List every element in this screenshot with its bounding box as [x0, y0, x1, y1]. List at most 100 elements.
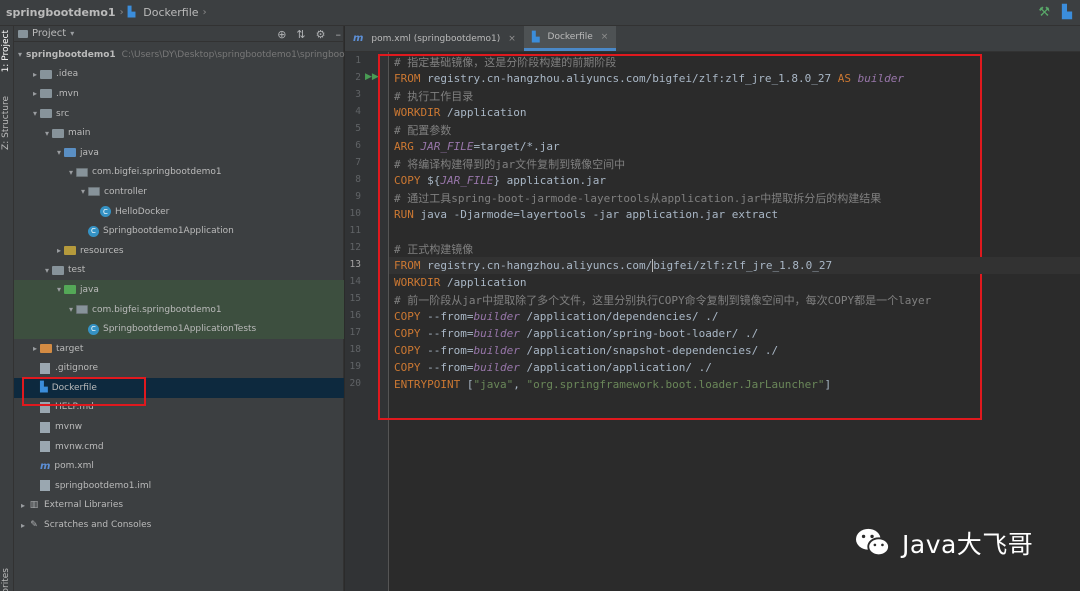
tree-item[interactable]: ▾ java: [14, 280, 344, 300]
code-line[interactable]: [389, 223, 1080, 240]
tree-item[interactable]: ▾ controller: [14, 182, 344, 202]
expand-arrow-icon[interactable]: ▸: [30, 344, 40, 353]
code-line[interactable]: ENTRYPOINT ["java", "org.springframework…: [389, 376, 1080, 393]
code-line[interactable]: # 指定基础镜像，这是分阶段构建的前期阶段: [389, 53, 1080, 70]
tree-item[interactable]: mvnw.cmd: [14, 437, 344, 457]
expand-arrow-icon[interactable]: ▾: [78, 187, 88, 196]
tree-item[interactable]: ▸ ▥ External Libraries: [14, 496, 344, 516]
locate-icon[interactable]: ⊕: [277, 28, 286, 41]
project-path: C:\Users\DY\Desktop\springbootdemo1\spri…: [121, 49, 354, 60]
code-line[interactable]: # 执行工作目录: [389, 87, 1080, 104]
source-folder-icon: [64, 148, 76, 158]
expand-arrow-icon[interactable]: ▾: [54, 285, 64, 294]
expand-arrow-icon[interactable]: ▾: [66, 305, 76, 314]
close-icon[interactable]: ×: [508, 34, 516, 44]
code-line[interactable]: # 配置参数: [389, 121, 1080, 138]
code-line[interactable]: COPY --from=builder /application/spring-…: [389, 325, 1080, 342]
code-line[interactable]: FROM registry.cn-hangzhou.aliyuncs.com/b…: [389, 257, 1080, 274]
code-token: COPY: [394, 174, 428, 187]
code-line[interactable]: COPY ${JAR_FILE} application.jar: [389, 172, 1080, 189]
gear-icon[interactable]: ⚙: [316, 28, 326, 41]
breadcrumb-project[interactable]: springbootdemo1: [6, 6, 116, 19]
project-panel-title[interactable]: Project: [32, 28, 66, 39]
tab-favorites[interactable]: orites: [1, 568, 11, 591]
expand-arrow-icon[interactable]: ▾: [66, 168, 76, 177]
tree-item[interactable]: ▸ .mvn: [14, 84, 344, 104]
tab-structure[interactable]: Z: Structure: [1, 96, 11, 150]
tree-item[interactable]: ▾ com.bigfei.springbootdemo1: [14, 299, 344, 320]
tree-item[interactable]: ▸ target: [14, 339, 344, 359]
code-token: AS: [837, 72, 858, 85]
expand-arrow-icon[interactable]: ▾: [42, 129, 52, 138]
expand-arrow-icon[interactable]: ▸: [30, 70, 40, 79]
expand-arrow-icon[interactable]: ▸: [54, 246, 64, 255]
tab-pom-xml[interactable]: m pom.xml (springbootdemo1) ×: [345, 26, 524, 51]
code-token: FROM: [394, 72, 428, 85]
tree-item[interactable]: ▾ test: [14, 261, 344, 281]
code-line[interactable]: WORKDIR /application: [389, 274, 1080, 291]
code-line[interactable]: # 将编译构建得到的jar文件复制到镜像空间中: [389, 155, 1080, 172]
file-icon: [40, 480, 50, 492]
folder-icon: [52, 265, 64, 275]
code-token: builder: [857, 72, 904, 85]
expand-arrow-icon[interactable]: ▾: [30, 109, 40, 118]
expand-arrow-icon[interactable]: ▾: [18, 50, 22, 59]
tree-item[interactable]: ▙ Dockerfile: [14, 378, 344, 398]
code-line-text: RUN java -Djarmode=layertools -jar appli…: [389, 208, 778, 221]
code-line[interactable]: FROM registry.cn-hangzhou.aliyuncs.com/b…: [389, 70, 1080, 87]
tree-item[interactable]: C HelloDocker: [14, 202, 344, 222]
tree-item[interactable]: C Springbootdemo1ApplicationTests: [14, 319, 344, 339]
tree-item[interactable]: springbootdemo1.iml: [14, 476, 344, 496]
code-line[interactable]: # 前一阶段从jar中提取除了多个文件，这里分别执行COPY命令复制到镜像空间中…: [389, 291, 1080, 308]
tree-item[interactable]: ▾ springbootdemo1 C:\Users\DY\Desktop\spri…: [14, 45, 354, 65]
line-number: 14: [349, 276, 361, 287]
tree-item[interactable]: mvnw: [14, 417, 344, 437]
collapse-icon[interactable]: ⇅: [296, 28, 305, 41]
run-icon[interactable]: ▶▶: [365, 72, 379, 82]
tree-item[interactable]: ▾ main: [14, 123, 344, 143]
line-number: 7: [355, 157, 361, 168]
breadcrumb-file[interactable]: Dockerfile: [143, 6, 198, 19]
line-number: 3: [355, 89, 361, 100]
tree-item[interactable]: .gitignore: [14, 359, 344, 379]
tree-item[interactable]: ▸ ✎ Scratches and Consoles: [14, 515, 344, 535]
tree-item[interactable]: ▸ .idea: [14, 65, 344, 85]
expand-arrow-icon[interactable]: ▸: [18, 501, 28, 510]
code-line[interactable]: COPY --from=builder /application/snapsho…: [389, 342, 1080, 359]
expand-arrow-icon[interactable]: ▸: [18, 521, 28, 530]
project-panel: Project ▾ ⊕ ⇅ ⚙ – ▾ springbootdemo1 C:\Use…: [14, 26, 354, 591]
tree-item[interactable]: ▾ com.bigfei.springbootdemo1: [14, 163, 344, 183]
tree-item[interactable]: ▾ java: [14, 143, 344, 163]
maven-icon: m: [353, 33, 364, 44]
editor-gutter[interactable]: 1 2 ▶▶ 3 4 5 6 7 8 9 10 11 12 13 14 15 16 17 18 19 20: [345, 52, 389, 591]
code-token: "java": [473, 378, 514, 391]
code-line[interactable]: # 通过工具spring-boot-jarmode-layertools从app…: [389, 189, 1080, 206]
code-editor[interactable]: # 指定基础镜像，这是分阶段构建的前期阶段 FROM registry.cn-ha…: [378, 52, 1080, 591]
folder-icon: [40, 109, 52, 119]
tree-item[interactable]: HELP.md: [14, 398, 344, 418]
tab-project[interactable]: 1: Project: [1, 30, 11, 72]
code-line[interactable]: RUN java -Djarmode=layertools -jar appli…: [389, 206, 1080, 223]
code-token: # 通过工具spring-boot-jarmode-layertools从app…: [394, 191, 882, 205]
code-line[interactable]: ARG JAR_FILE=target/*.jar: [389, 138, 1080, 155]
expand-arrow-icon[interactable]: ▸: [30, 89, 40, 98]
docker-whale-icon[interactable]: ▙: [1062, 5, 1072, 20]
close-icon[interactable]: ×: [601, 32, 609, 42]
code-line[interactable]: COPY --from=builder /application/depende…: [389, 308, 1080, 325]
java-class-icon: C: [100, 206, 111, 218]
tab-dockerfile[interactable]: ▙ Dockerfile ×: [523, 26, 617, 51]
chevron-down-icon[interactable]: ▾: [70, 29, 74, 38]
code-token: "org.springframework.boot.loader.JarLaun…: [526, 378, 825, 391]
hide-icon[interactable]: –: [336, 28, 342, 41]
code-line[interactable]: WORKDIR /application: [389, 104, 1080, 121]
expand-arrow-icon[interactable]: ▾: [54, 148, 64, 157]
tree-item[interactable]: m pom.xml: [14, 456, 344, 476]
code-line[interactable]: # 正式构建镜像: [389, 240, 1080, 257]
tree-item-label: Springbootdemo1ApplicationTests: [103, 324, 257, 335]
tree-item[interactable]: ▾ src: [14, 104, 344, 124]
tree-item[interactable]: C Springbootdemo1Application: [14, 221, 344, 241]
code-line[interactable]: COPY --from=builder /application/applica…: [389, 359, 1080, 376]
expand-arrow-icon[interactable]: ▾: [42, 266, 52, 275]
build-hammer-icon[interactable]: ⚒: [1038, 5, 1050, 20]
tree-item[interactable]: ▸ resources: [14, 241, 344, 261]
